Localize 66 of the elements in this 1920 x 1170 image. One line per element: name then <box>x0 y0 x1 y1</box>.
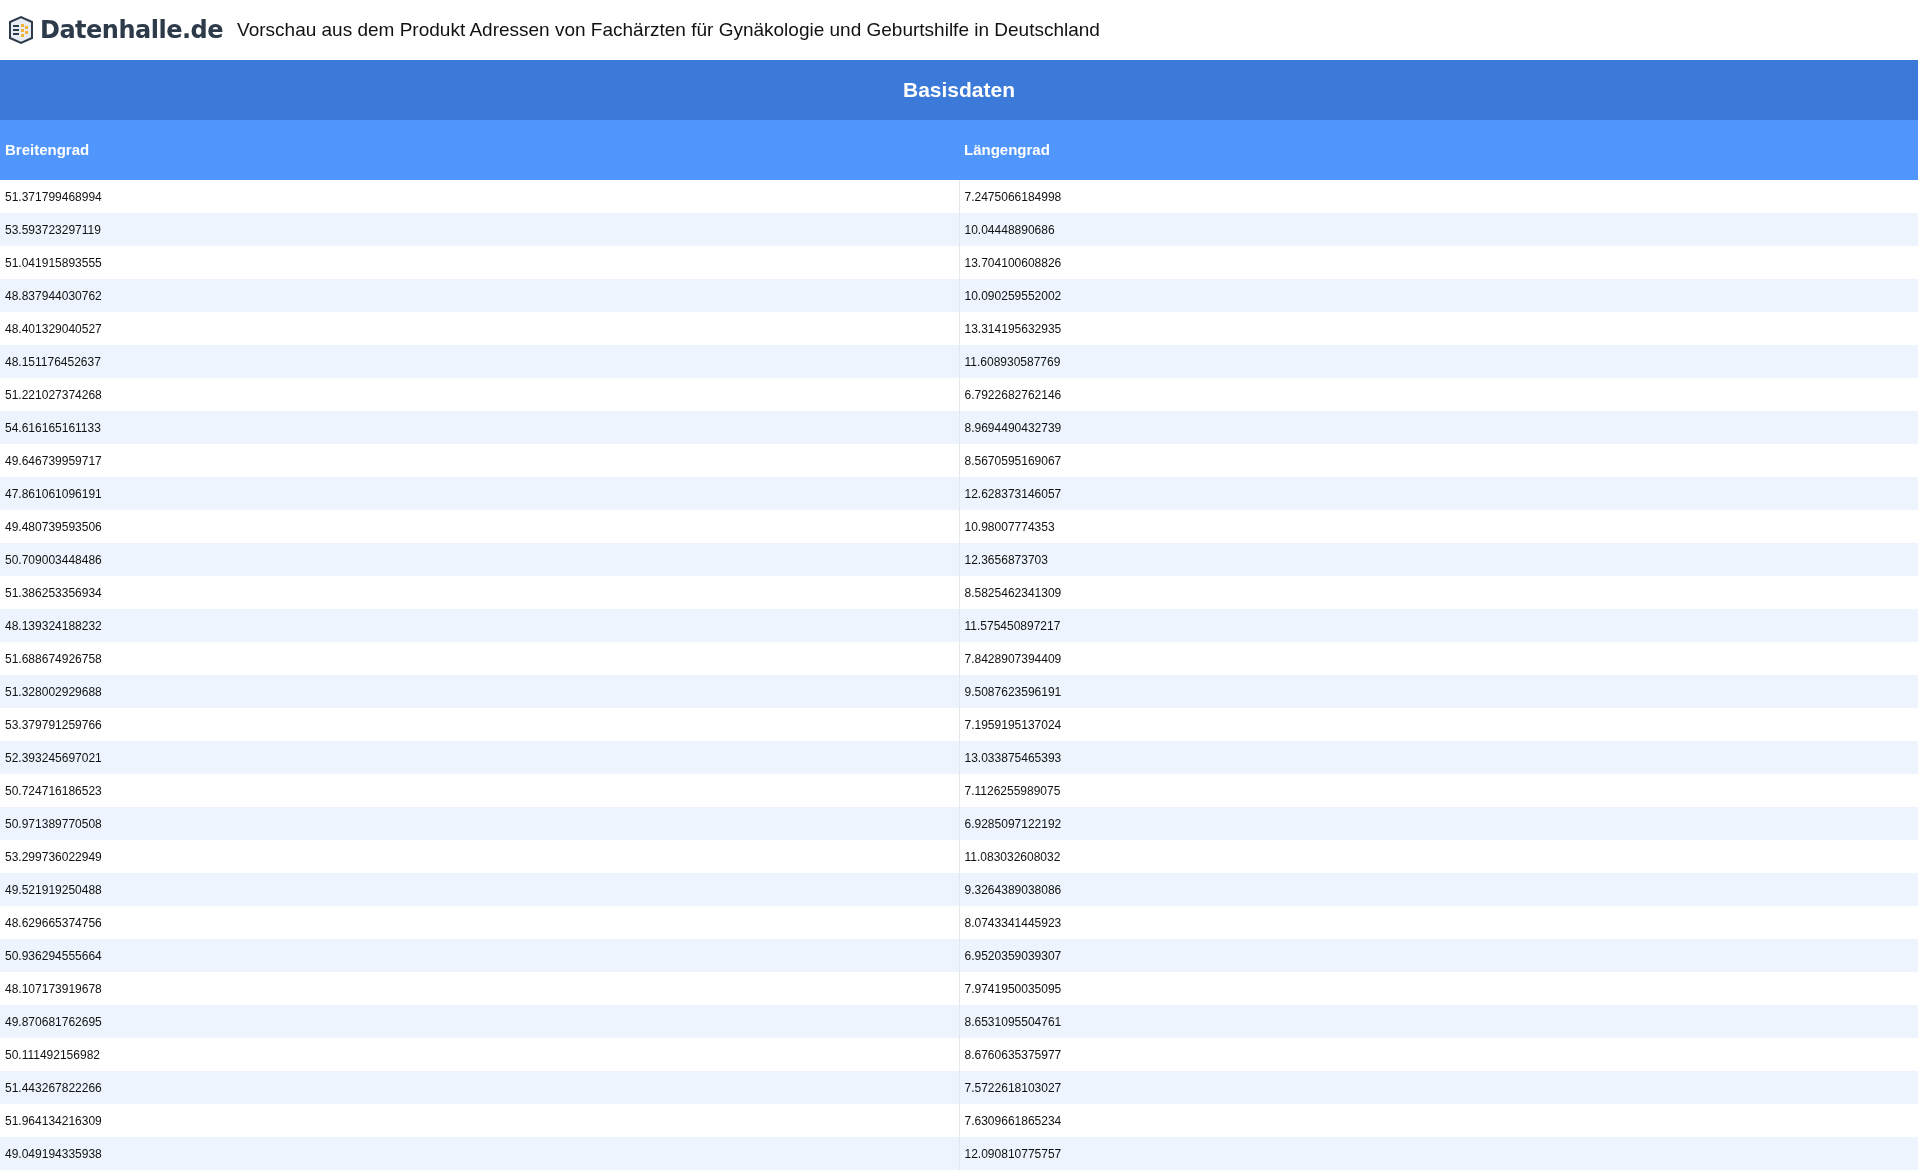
table-cell: 47.861061096191 <box>0 477 959 510</box>
table-cell: 6.7922682762146 <box>959 378 1918 411</box>
table-cell: 7.6309661865234 <box>959 1104 1918 1137</box>
column-header: Längengrad <box>959 120 1918 180</box>
table-cell: 7.9741950035095 <box>959 972 1918 1005</box>
table-cell: 51.221027374268 <box>0 378 959 411</box>
table-cell: 6.9520359039307 <box>959 939 1918 972</box>
table-cell: 48.401329040527 <box>0 312 959 345</box>
table-cell: 13.314195632935 <box>959 312 1918 345</box>
table-group-header: Basisdaten <box>0 60 1918 120</box>
table-cell: 7.1126255989075 <box>959 774 1918 807</box>
table-cell: 48.629665374756 <box>0 906 959 939</box>
table-cell: 9.3264389038086 <box>959 873 1918 906</box>
table-cell: 51.041915893555 <box>0 246 959 279</box>
table-cell: 53.299736022949 <box>0 840 959 873</box>
table-cell: 48.107173919678 <box>0 972 959 1005</box>
table-cell: 11.575450897217 <box>959 609 1918 642</box>
column-header: Breitengrad <box>0 120 959 180</box>
table-cell: 12.3656873703 <box>959 543 1918 576</box>
table-cell: 49.049194335938 <box>0 1137 959 1170</box>
table-cell: 8.0743341445923 <box>959 906 1918 939</box>
table-cell: 7.8428907394409 <box>959 642 1918 675</box>
server-rack-icon <box>6 15 36 45</box>
table-cell: 12.628373146057 <box>959 477 1918 510</box>
logo-text: Datenhalle.de <box>40 15 224 46</box>
table-cell: 50.936294555664 <box>0 939 959 972</box>
table-cell: 11.608930587769 <box>959 345 1918 378</box>
table-cell: 53.593723297119 <box>0 213 959 246</box>
table-cell: 10.98007774353 <box>959 510 1918 543</box>
table-cell: 9.5087623596191 <box>959 675 1918 708</box>
table-cell: 8.6760635375977 <box>959 1038 1918 1071</box>
table-cell: 50.709003448486 <box>0 543 959 576</box>
table-cell: 7.2475066184998 <box>959 180 1918 213</box>
table-cell: 13.033875465393 <box>959 741 1918 774</box>
table-cell: 6.9285097122192 <box>959 807 1918 840</box>
table-cell: 12.090810775757 <box>959 1137 1918 1170</box>
table-cell: 53.379791259766 <box>0 708 959 741</box>
table-cell: 49.480739593506 <box>0 510 959 543</box>
table-cell: 8.5825462341309 <box>959 576 1918 609</box>
table-cell: 8.5670595169067 <box>959 444 1918 477</box>
table-cell: 49.521919250488 <box>0 873 959 906</box>
table-cell: 51.371799468994 <box>0 180 959 213</box>
page-title: Vorschau aus dem Produkt Adressen von Fachärzten für Gynäkologie und Geburtshilfe in Deutschland <box>237 17 1100 42</box>
table-cell: 54.616165161133 <box>0 411 959 444</box>
table-cell: 51.328002929688 <box>0 675 959 708</box>
table-cell: 50.971389770508 <box>0 807 959 840</box>
table-cell: 7.5722618103027 <box>959 1071 1918 1104</box>
table-cell: 52.393245697021 <box>0 741 959 774</box>
table-cell: 48.139324188232 <box>0 609 959 642</box>
table-cell: 49.646739959717 <box>0 444 959 477</box>
table-cell: 50.724716186523 <box>0 774 959 807</box>
table-cell: 7.1959195137024 <box>959 708 1918 741</box>
table-cell: 11.083032608032 <box>959 840 1918 873</box>
table-cell: 10.04448890686 <box>959 213 1918 246</box>
table-cell: 50.111492156982 <box>0 1038 959 1071</box>
table-cell: 8.9694490432739 <box>959 411 1918 444</box>
table-cell: 51.386253356934 <box>0 576 959 609</box>
table-cell: 51.964134216309 <box>0 1104 959 1137</box>
table-cell: 10.090259552002 <box>959 279 1918 312</box>
table-cell: 13.704100608826 <box>959 246 1918 279</box>
table-cell: 8.6531095504761 <box>959 1005 1918 1038</box>
table-cell: 48.151176452637 <box>0 345 959 378</box>
table-cell: 51.688674926758 <box>0 642 959 675</box>
table-cell: 48.837944030762 <box>0 279 959 312</box>
table-cell: 49.870681762695 <box>0 1005 959 1038</box>
table-cell: 51.443267822266 <box>0 1071 959 1104</box>
